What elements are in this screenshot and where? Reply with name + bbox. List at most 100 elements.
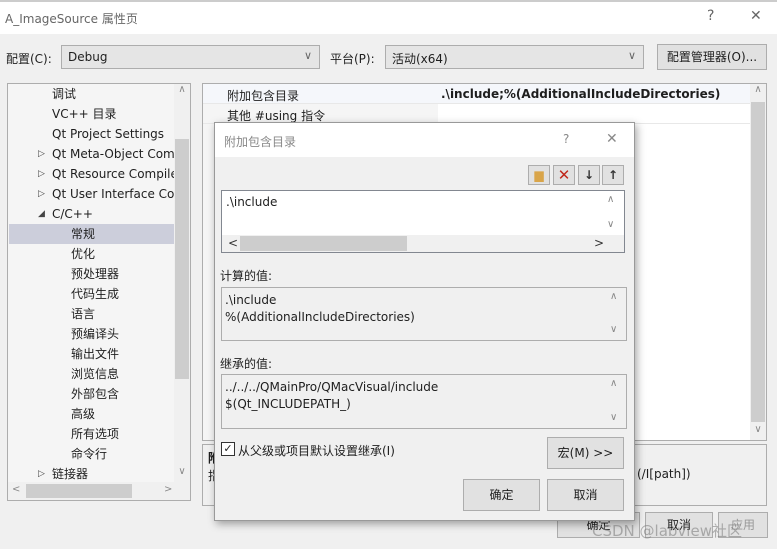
directory-list[interactable]: .\include ∧ ∨ < > (221, 190, 625, 253)
scroll-up-icon[interactable]: ∧ (174, 84, 190, 95)
dialog-help-button[interactable]: ? (563, 132, 569, 146)
scroll-thumb[interactable] (240, 236, 407, 251)
dialog-ok-button[interactable]: 确定 (463, 479, 540, 511)
scroll-thumb[interactable] (751, 102, 765, 422)
window-title: A_ImageSource 属性页 (5, 12, 138, 26)
tree-item[interactable]: 高级 (9, 404, 174, 424)
tree-item[interactable]: 调试 (9, 84, 174, 104)
platform-select[interactable]: 活动(x64) ∨ (385, 45, 644, 69)
scroll-right-icon[interactable]: > (164, 484, 172, 495)
tree-item[interactable]: 外部包含 (9, 384, 174, 404)
inherited-values: ../../../QMainPro/QMacVisual/include $(Q… (221, 374, 627, 429)
collapsed-arrow-icon[interactable]: ▷ (38, 464, 45, 482)
config-manager-button[interactable]: 配置管理器(O)... (657, 44, 767, 70)
inherit-checkbox-label[interactable]: 从父级或项目默认设置继承(I) (238, 442, 395, 459)
dialog-title-bar: 附加包含目录 ? ✕ (215, 123, 634, 157)
scroll-left-icon[interactable]: < (12, 484, 20, 495)
collapsed-arrow-icon[interactable]: ▷ (38, 164, 45, 184)
scroll-down-icon[interactable]: ∨ (750, 424, 766, 435)
tree-item[interactable]: ▷ Qt Meta-Object Com (9, 144, 174, 164)
tree-item[interactable]: 代码生成 (9, 284, 174, 304)
tree-item[interactable]: ▷ Qt User Interface Cor (9, 184, 174, 204)
tree-item[interactable]: 预编译头 (9, 324, 174, 344)
macro-button[interactable]: 宏(M) >> (547, 437, 624, 469)
tree-item-label: VC++ 目录 (52, 107, 117, 121)
computed-label: 计算的值: (220, 269, 273, 283)
tree-item[interactable]: VC++ 目录 (9, 104, 174, 124)
dialog-close-button[interactable]: ✕ (606, 131, 618, 147)
description-text-tail: (/I[path]) (637, 467, 691, 481)
scroll-up-icon[interactable]: ∧ (610, 378, 617, 389)
scroll-down-icon[interactable]: ∨ (610, 324, 617, 335)
tree-item[interactable]: ◢ C/C++ (9, 204, 174, 224)
tree-hscrollbar[interactable]: < > (8, 482, 190, 500)
tree-item-label: C/C++ (52, 207, 93, 221)
tree-item[interactable]: 输出文件 (9, 344, 174, 364)
tree-item[interactable]: 命令行 (9, 444, 174, 464)
tree-item-label: 外部包含 (71, 387, 120, 401)
tree-item-label: Qt Meta-Object Com (52, 147, 174, 161)
tree-item-label: 预编译头 (71, 327, 120, 341)
config-select[interactable]: Debug ∨ (61, 45, 320, 69)
expanded-arrow-icon[interactable]: ◢ (38, 204, 45, 224)
tree-item-label: 优化 (71, 247, 96, 261)
chevron-down-icon: ∨ (627, 49, 636, 62)
tree-item[interactable]: 语言 (9, 304, 174, 324)
property-value[interactable]: .\include;%(AdditionalIncludeDirectories… (441, 87, 720, 101)
tree-item[interactable]: 常规 (9, 224, 174, 244)
tree-item-label: 输出文件 (71, 347, 120, 361)
tree-vscrollbar[interactable]: ∧ ∨ (174, 84, 190, 482)
scroll-down-icon[interactable]: ∨ (607, 219, 614, 230)
property-name: 附加包含目录 (227, 89, 300, 103)
scroll-thumb[interactable] (175, 139, 189, 379)
scroll-down-icon[interactable]: ∨ (174, 466, 190, 477)
inherit-checkbox[interactable]: ✓ (221, 442, 235, 456)
scroll-up-icon[interactable]: ∧ (607, 194, 614, 205)
tree-item-label: 所有选项 (71, 427, 120, 441)
tree-item[interactable]: 所有选项 (9, 424, 174, 444)
tree-item-label: 语言 (71, 307, 96, 321)
tree-item[interactable]: ▷ 链接器 (9, 464, 174, 482)
scroll-up-icon[interactable]: ∧ (750, 84, 766, 95)
move-down-icon[interactable]: ↓ (578, 165, 600, 185)
tree-item-label: 预处理器 (71, 267, 120, 281)
tree-item[interactable]: 优化 (9, 244, 174, 264)
tree-item-label: Qt Project Settings (52, 127, 165, 141)
list-hscrollbar[interactable]: < > (222, 235, 624, 252)
help-button[interactable]: ? (707, 8, 714, 24)
tree-item[interactable]: 浏览信息 (9, 364, 174, 384)
tree-item-label: 代码生成 (71, 287, 120, 301)
config-label: 配置(C): (6, 52, 52, 66)
tree-item-label: 链接器 (52, 467, 89, 481)
collapsed-arrow-icon[interactable]: ▷ (38, 184, 45, 204)
inherited-line: ../../../QMainPro/QMacVisual/include (225, 380, 439, 394)
move-up-icon[interactable]: ↑ (602, 165, 624, 185)
property-tree: 调试 VC++ 目录 Qt Project Settings ▷ Qt Meta-Obj… (7, 83, 191, 501)
tree-item[interactable]: Qt Project Settings (9, 124, 174, 144)
new-folder-icon[interactable]: ▆ (528, 165, 550, 185)
platform-label: 平台(P): (330, 52, 375, 66)
inherited-line: $(Qt_INCLUDEPATH_) (225, 397, 351, 411)
tree-item[interactable]: ▷ Qt Resource Compile (9, 164, 174, 184)
tree-item-label: 浏览信息 (71, 367, 120, 381)
scroll-up-icon[interactable]: ∧ (610, 291, 617, 302)
close-button[interactable]: ✕ (750, 8, 762, 24)
tree-item-label: 常规 (71, 227, 96, 241)
computed-values: .\include %(AdditionalIncludeDirectories… (221, 287, 627, 341)
directory-item[interactable]: .\include (226, 195, 277, 209)
dialog-cancel-button[interactable]: 取消 (547, 479, 624, 511)
watermark: CSDN @labview社区 (592, 522, 742, 540)
scroll-left-icon[interactable]: < (228, 236, 238, 250)
scroll-thumb[interactable] (26, 484, 132, 498)
delete-icon[interactable]: ✕ (553, 165, 575, 185)
include-directories-dialog: 附加包含目录 ? ✕ ▆ ✕ ↓ ↑ .\include ∧ ∨ < > 计算的… (214, 122, 635, 521)
grid-vscrollbar[interactable]: ∧ ∨ (750, 84, 766, 440)
collapsed-arrow-icon[interactable]: ▷ (38, 144, 45, 164)
scroll-down-icon[interactable]: ∨ (610, 412, 617, 423)
tree-item[interactable]: 预处理器 (9, 264, 174, 284)
grid-row[interactable]: 附加包含目录 .\include;%(AdditionalIncludeDire… (203, 84, 751, 104)
scroll-right-icon[interactable]: > (594, 236, 604, 250)
grid-row[interactable]: 其他 #using 指令 (203, 104, 751, 124)
tree-item-label: 调试 (52, 87, 77, 101)
tree-item-label: Qt Resource Compile (52, 167, 174, 181)
